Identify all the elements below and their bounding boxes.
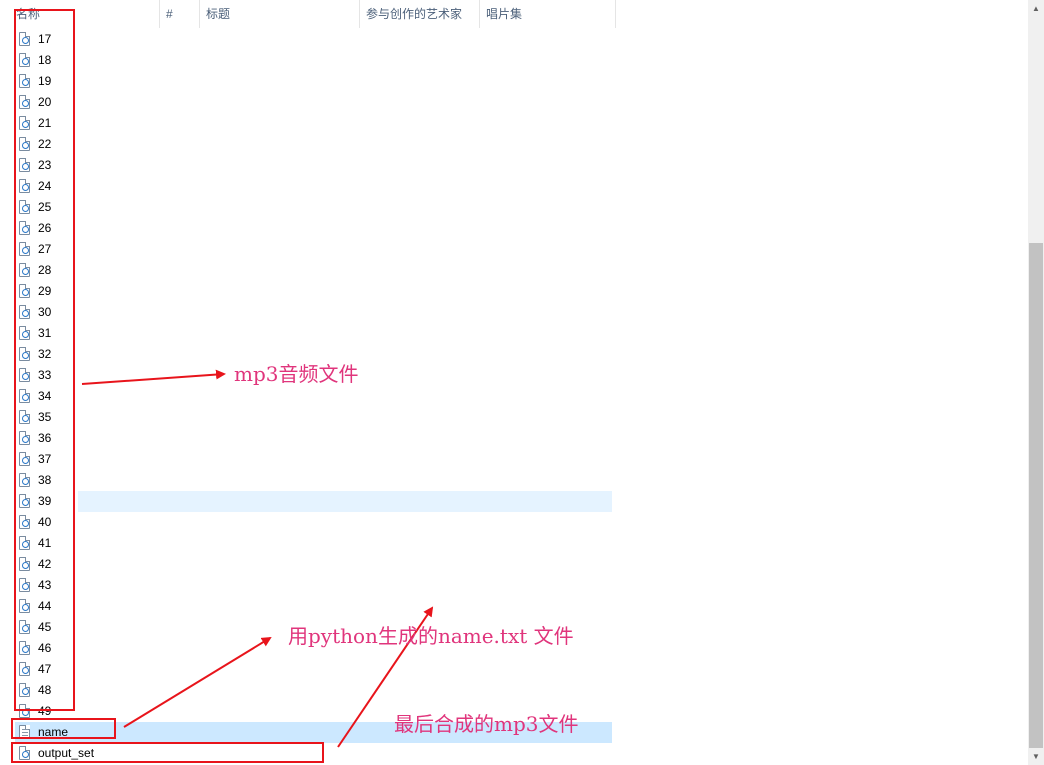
name-txt-annotation-label: 用python生成的name.txt 文件 <box>288 624 574 648</box>
output-annotation-label: 最后合成的mp3文件 <box>394 712 579 736</box>
arrow-name-file <box>123 636 272 728</box>
annotation-arrows <box>81 369 434 748</box>
arrow-to-mp3-label <box>81 369 226 385</box>
mp3-annotation-label: mp3音频文件 <box>234 362 359 386</box>
